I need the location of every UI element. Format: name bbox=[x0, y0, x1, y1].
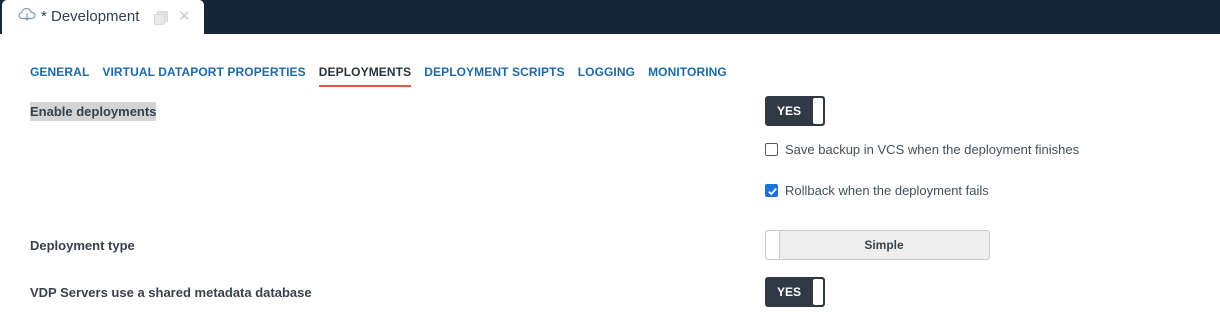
toggle-knob bbox=[766, 231, 780, 259]
rollback-checkbox[interactable] bbox=[765, 184, 778, 197]
deployment-type-toggle[interactable]: Simple bbox=[765, 230, 990, 260]
close-icon[interactable]: ✕ bbox=[178, 9, 191, 25]
shared-metadata-toggle[interactable]: YES bbox=[765, 277, 825, 307]
document-tab[interactable]: * Development ✕ bbox=[2, 0, 204, 34]
checkmark-icon bbox=[768, 187, 777, 196]
rollback-option[interactable]: Rollback when the deployment fails bbox=[765, 183, 989, 198]
settings-nav: GENERAL VIRTUAL DATAPORT PROPERTIES DEPL… bbox=[30, 65, 740, 87]
tab-virtual-dataport-properties[interactable]: VIRTUAL DATAPORT PROPERTIES bbox=[102, 65, 305, 87]
enable-deployments-label: Enable deployments bbox=[30, 102, 157, 121]
document-tab-title: * Development bbox=[41, 8, 140, 25]
save-backup-checkbox[interactable] bbox=[765, 143, 778, 156]
rollback-label: Rollback when the deployment fails bbox=[785, 183, 989, 198]
tab-general[interactable]: GENERAL bbox=[30, 65, 89, 87]
cloud-icon bbox=[18, 7, 36, 21]
tab-logging[interactable]: LOGGING bbox=[578, 65, 635, 87]
enable-deployments-value: YES bbox=[776, 104, 801, 118]
shared-metadata-value: YES bbox=[776, 285, 801, 299]
shared-metadata-label: VDP Servers use a shared metadata databa… bbox=[30, 285, 312, 300]
toggle-knob bbox=[812, 97, 824, 125]
enable-deployments-toggle[interactable]: YES bbox=[765, 96, 825, 126]
tab-deployment-scripts[interactable]: DEPLOYMENT SCRIPTS bbox=[424, 65, 564, 87]
deployment-type-value: Simple bbox=[864, 238, 904, 252]
tab-monitoring[interactable]: MONITORING bbox=[648, 65, 727, 87]
toggle-knob bbox=[812, 278, 824, 306]
copy-icon[interactable] bbox=[154, 11, 168, 25]
save-backup-option[interactable]: Save backup in VCS when the deployment f… bbox=[765, 142, 1079, 157]
tab-deployments[interactable]: DEPLOYMENTS bbox=[318, 65, 412, 87]
save-backup-label: Save backup in VCS when the deployment f… bbox=[785, 142, 1080, 157]
deployment-type-label: Deployment type bbox=[30, 238, 135, 253]
